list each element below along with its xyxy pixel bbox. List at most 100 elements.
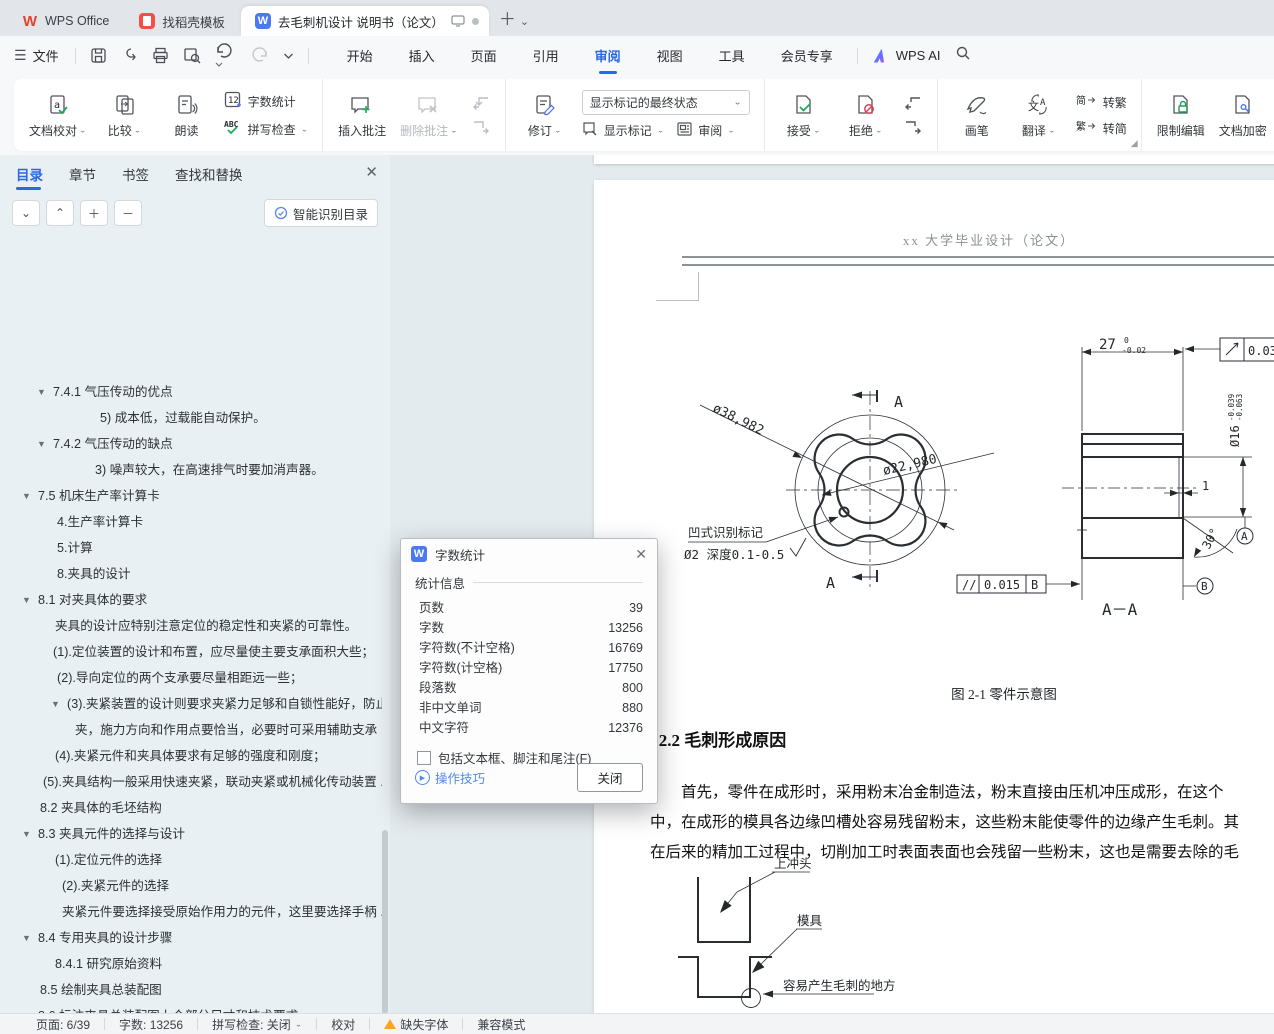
proofing-button[interactable]: 校对 bbox=[317, 1016, 369, 1033]
outline-item[interactable]: 3) 噪声较大，在高速排气时要加消声器。 bbox=[0, 457, 382, 483]
print-preview-button[interactable] bbox=[183, 47, 201, 64]
outline-item[interactable]: (1).定位装置的设计和布置，应尽量使主要支承面积大些； bbox=[0, 639, 382, 665]
outline-item[interactable]: 8.2 夹具体的毛坯结构 bbox=[0, 795, 382, 821]
sidebar-tab-toc[interactable]: 目录 bbox=[16, 156, 43, 192]
menu-tools[interactable]: 工具 bbox=[701, 40, 763, 71]
outline-item[interactable]: 夹，施力方向和作用点要恰当，必要时可采用辅助支承 ... bbox=[0, 717, 382, 743]
page-indicator[interactable]: 页面: 6/39 bbox=[0, 1016, 104, 1033]
tab-wps-home[interactable]: W WPS Office bbox=[8, 6, 123, 36]
outline-item[interactable]: (1).定位元件的选择 bbox=[0, 847, 382, 873]
insert-comment-button[interactable]: 插入批注 bbox=[331, 88, 393, 143]
document-page[interactable]: xx 大学毕业设计（论文） ø38,982 ø22,980 A A 凹式识别标记… bbox=[594, 180, 1274, 1014]
caret-down-icon[interactable]: ▼ bbox=[22, 587, 31, 613]
outline-item[interactable]: (2).导向定位的两个支承要尽量相距远一些； bbox=[0, 665, 382, 691]
toc-expand-button[interactable]: ⌄ bbox=[12, 200, 40, 226]
spellcheck-indicator[interactable]: 拼写检查: 关闭 ⌄ bbox=[198, 1016, 316, 1033]
review-pane-button[interactable]: 审阅 ⌄ bbox=[676, 121, 735, 140]
toc-zoom-in-button[interactable]: ＋ bbox=[80, 200, 108, 226]
read-aloud-button[interactable]: 朗读 bbox=[156, 88, 218, 143]
caret-down-icon[interactable]: ▼ bbox=[37, 379, 46, 405]
accept-button[interactable]: 接受 ⌄ bbox=[773, 88, 835, 143]
outline-item[interactable]: 夹紧元件要选择接受原始作用力的元件，这里要选择手柄 ... bbox=[0, 899, 382, 925]
previous-change-button[interactable] bbox=[903, 95, 923, 111]
new-tab-button[interactable]: ＋ bbox=[499, 5, 516, 30]
outline-item[interactable]: 夹具的设计应特别注意定位的稳定性和夹紧的可靠性。 bbox=[0, 613, 382, 639]
sidebar-tab-bookmarks[interactable]: 书签 bbox=[122, 156, 149, 192]
outline-item[interactable]: (2).夹紧元件的选择 bbox=[0, 873, 382, 899]
translate-button[interactable]: 文A 翻译 ⌄ bbox=[1008, 88, 1070, 143]
reject-button[interactable]: 拒绝 ⌄ bbox=[835, 88, 897, 143]
tab-document[interactable]: W 去毛刺机设计 说明书（论文） bbox=[240, 6, 489, 36]
menu-reference[interactable]: 引用 bbox=[515, 40, 577, 71]
outline-item[interactable]: ▼ 7.4.1 气压传动的优点 bbox=[0, 379, 382, 405]
hamburger-icon[interactable]: ☰ bbox=[14, 47, 27, 64]
outline-item[interactable]: 4.生产率计算卡 bbox=[0, 509, 382, 535]
group-launcher-icon[interactable]: ◢ bbox=[1131, 138, 1138, 149]
proofread-button[interactable]: a 文档校对 ⌄ bbox=[22, 88, 94, 143]
delete-comment-button[interactable]: 删除批注 ⌄ bbox=[393, 88, 465, 143]
caret-down-icon[interactable]: ▼ bbox=[22, 483, 31, 509]
show-markup-button[interactable]: 显示标记 ⌄ bbox=[582, 121, 664, 140]
smart-toc-button[interactable]: 智能识别目录 bbox=[263, 199, 378, 227]
undo-button[interactable] bbox=[215, 43, 237, 68]
markup-state-select[interactable]: 显示标记的最终状态 ⌄ bbox=[581, 90, 750, 115]
outline-item[interactable]: ▼ 7.5 机床生产率计算卡 bbox=[0, 483, 382, 509]
word-count-button[interactable]: 12 字数统计 bbox=[224, 91, 309, 111]
print-button[interactable] bbox=[152, 47, 169, 64]
compare-button[interactable]: 比较 ⌄ bbox=[94, 88, 156, 143]
outline-item[interactable]: ▼ 8.4 专用夹具的设计步骤 bbox=[0, 925, 382, 951]
sidebar-close-icon[interactable]: ✕ bbox=[365, 163, 378, 181]
tab-docer-template[interactable]: 找稻壳模板 bbox=[125, 6, 239, 36]
file-menu[interactable]: 文件 bbox=[33, 46, 59, 65]
tab-list-chevron-icon[interactable]: ⌄ bbox=[520, 15, 529, 28]
caret-down-icon[interactable]: ▼ bbox=[22, 925, 31, 951]
outline-item[interactable]: ▼ 8.1 对夹具体的要求 bbox=[0, 587, 382, 613]
outline-item[interactable]: ▼ 8.3 夹具元件的选择与设计 bbox=[0, 821, 382, 847]
search-icon[interactable] bbox=[955, 45, 971, 66]
menu-view[interactable]: 视图 bbox=[639, 40, 701, 71]
outline-item[interactable]: 8.4.1 研究原始资料 bbox=[0, 951, 382, 977]
dialog-close-icon[interactable]: ✕ bbox=[635, 546, 647, 563]
outline-item[interactable]: 8.5 绘制夹具总装配图 bbox=[0, 977, 382, 1003]
outline-item[interactable]: (5).夹具结构一般采用快速夹紧，联动夹紧或机械化传动装置 ... bbox=[0, 769, 382, 795]
menu-page[interactable]: 页面 bbox=[453, 40, 515, 71]
previous-comment-button[interactable] bbox=[471, 95, 491, 111]
to-simplified-button[interactable]: 繁 转简 bbox=[1076, 119, 1127, 137]
toc-zoom-out-button[interactable]: － bbox=[114, 200, 142, 226]
outline-item[interactable]: 5) 成本低，过载能自动保护。 bbox=[0, 405, 382, 431]
missing-font-warning[interactable]: 缺失字体 bbox=[370, 1016, 462, 1033]
wps-ai-button[interactable]: WPS AI bbox=[873, 48, 941, 63]
redo-button[interactable] bbox=[251, 47, 269, 64]
track-changes-button[interactable]: 修订 ⌄ bbox=[514, 88, 576, 143]
word-count-indicator[interactable]: 字数: 13256 bbox=[105, 1016, 197, 1033]
outline-item[interactable]: ▼ 7.4.2 气压传动的缺点 bbox=[0, 431, 382, 457]
toolbar-more-chevron-icon[interactable] bbox=[283, 52, 294, 60]
next-comment-button[interactable] bbox=[471, 119, 491, 135]
menu-start[interactable]: 开始 bbox=[329, 40, 391, 71]
menu-member[interactable]: 会员专享 bbox=[763, 40, 851, 71]
caret-down-icon[interactable]: ▼ bbox=[37, 431, 46, 457]
caret-down-icon[interactable]: ▼ bbox=[51, 691, 60, 717]
save-button[interactable] bbox=[90, 47, 107, 64]
compatibility-mode-indicator[interactable]: 兼容模式 bbox=[463, 1016, 539, 1033]
sidebar-tab-find-replace[interactable]: 查找和替换 bbox=[175, 156, 243, 192]
close-button[interactable]: 关闭 bbox=[577, 763, 643, 792]
outline-item[interactable]: 8.夹具的设计 bbox=[0, 561, 382, 587]
encrypt-button[interactable]: 文档加密 bbox=[1212, 88, 1274, 143]
to-traditional-button[interactable]: 简 转繁 bbox=[1076, 93, 1127, 111]
sidebar-scrollbar[interactable] bbox=[382, 830, 388, 1014]
monitor-icon[interactable] bbox=[451, 15, 465, 27]
toc-collapse-button[interactable]: ⌃ bbox=[46, 200, 74, 226]
spell-check-button[interactable]: ABC 拼写检查 ⌄ bbox=[224, 119, 309, 139]
dialog-titlebar[interactable]: W 字数统计 ✕ bbox=[401, 539, 657, 569]
next-change-button[interactable] bbox=[903, 119, 923, 135]
menu-review[interactable]: 审阅 bbox=[577, 40, 639, 74]
pen-button[interactable]: 画笔 bbox=[946, 88, 1008, 143]
outline-item[interactable]: 5.计算 bbox=[0, 535, 382, 561]
sidebar-tab-chapters[interactable]: 章节 bbox=[69, 156, 96, 192]
outline-item[interactable]: ▼ (3).夹紧装置的设计则要求夹紧力足够和自锁性能好，防止 ... bbox=[0, 691, 382, 717]
export-button[interactable] bbox=[121, 47, 138, 64]
menu-insert[interactable]: 插入 bbox=[391, 40, 453, 71]
restrict-edit-button[interactable]: 限制编辑 bbox=[1150, 88, 1212, 143]
tips-link[interactable]: ▶ 操作技巧 bbox=[415, 768, 485, 787]
